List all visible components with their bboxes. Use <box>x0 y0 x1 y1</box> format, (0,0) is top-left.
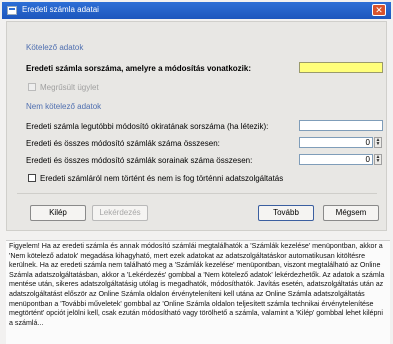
invoice-number-label: Eredeti számla sorszáma, amelyre a módos… <box>26 64 251 73</box>
no-reporting-label: Eredeti számláról nem történt és nem is … <box>40 174 284 183</box>
no-reporting-checkbox[interactable] <box>28 174 36 182</box>
window-icon <box>7 6 17 15</box>
modifying-count-stepper[interactable]: ▲ ▼ <box>374 137 382 148</box>
last-modification-field[interactable] <box>299 120 383 131</box>
modifying-count-field[interactable]: 0 <box>299 137 373 148</box>
modifying-count-label: Eredeti és összes módosító számlák száma… <box>26 139 220 148</box>
close-icon[interactable]: ✕ <box>372 4 386 16</box>
window-title: Eredeti számla adatai <box>22 5 99 14</box>
query-button[interactable]: Lekérdezés <box>92 205 148 221</box>
invoice-number-field[interactable] <box>299 62 383 73</box>
required-section-heading: Kötelező adatok <box>26 43 84 52</box>
line-count-label: Eredeti és összes módosító számlák sorai… <box>26 156 253 165</box>
line-count-field[interactable]: 0 <box>299 154 373 165</box>
next-button[interactable]: Tovább <box>258 205 314 221</box>
line-count-stepper[interactable]: ▲ ▼ <box>374 154 382 165</box>
voided-transaction-checkbox[interactable] <box>28 83 36 91</box>
last-modification-label: Eredeti számla legutóbbi módosító okirat… <box>26 122 269 131</box>
divider <box>17 193 377 194</box>
voided-transaction-label: Megrűsült ügylet <box>40 83 99 92</box>
title-bar[interactable]: Eredeti számla adatai ✕ <box>2 2 391 19</box>
optional-section-heading: Nem kötelező adatok <box>26 102 102 111</box>
exit-button[interactable]: Kilép <box>30 205 86 221</box>
dialog-window: Eredeti számla adatai ✕ Kötelező adatok … <box>0 0 393 344</box>
cancel-button[interactable]: Mégsem <box>323 205 379 221</box>
help-text: Figyelem! Ha az eredeti számla és annak … <box>6 240 390 344</box>
